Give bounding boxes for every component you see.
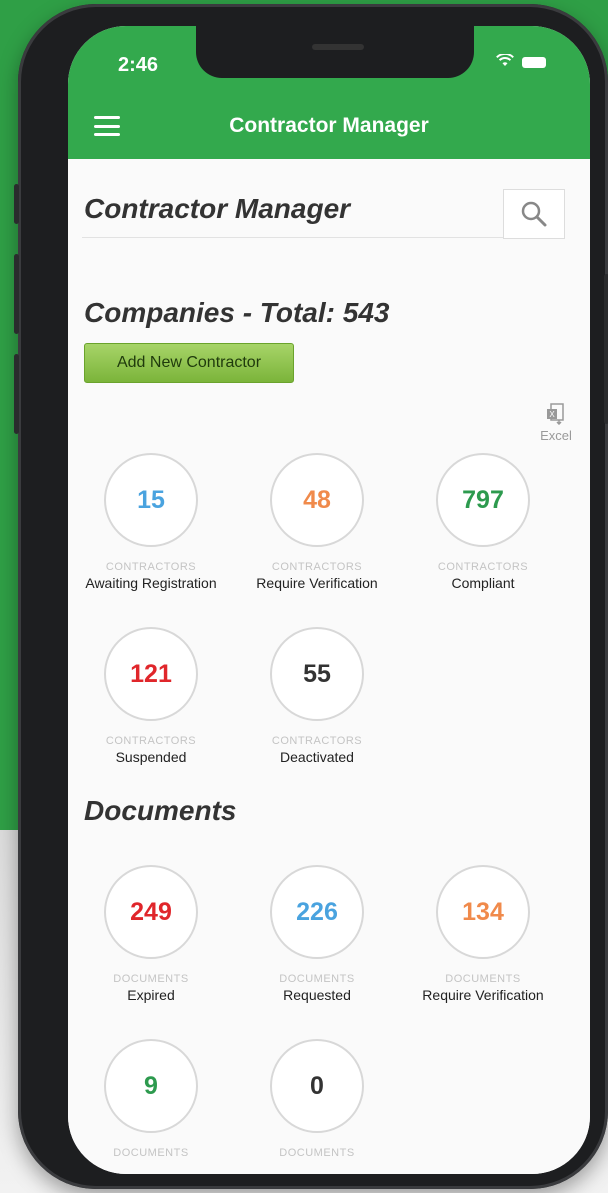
stat-kind: CONTRACTORS (271, 735, 363, 747)
stat-value: 249 (104, 865, 198, 959)
stat-label: Suspended (115, 749, 187, 765)
search-icon (521, 201, 547, 227)
stat-value: 0 (270, 1039, 364, 1133)
volume-up-button (14, 254, 19, 334)
stat-documents-require-verification[interactable]: 134 DOCUMENTS Require Verification (398, 865, 568, 1003)
svg-text:X: X (549, 410, 555, 419)
excel-label: Excel (540, 428, 572, 443)
stat-value: 15 (104, 453, 198, 547)
stat-label: Requested (283, 987, 351, 1003)
stat-suspended[interactable]: 121 CONTRACTORS Suspended (68, 627, 236, 765)
stat-deactivated[interactable]: 55 CONTRACTORS Deactivated (232, 627, 402, 765)
add-new-contractor-button[interactable]: Add New Contractor (84, 343, 294, 383)
notch (196, 26, 474, 78)
stat-kind: CONTRACTORS (105, 735, 197, 747)
app-header: 2:46 Contractor Manager (68, 26, 590, 159)
documents-title: Documents (84, 795, 237, 826)
stat-value: 48 (270, 453, 364, 547)
stat-label: Expired (127, 987, 175, 1003)
phone-frame: 2:46 Contractor Manager Contractor Manag… (14, 4, 608, 1189)
battery-icon (522, 56, 546, 68)
mute-switch (14, 184, 19, 224)
stat-documents-requested[interactable]: 226 DOCUMENTS Requested (232, 865, 402, 1003)
stat-value: 226 (270, 865, 364, 959)
companies-title: Companies - Total: 543 (84, 297, 390, 328)
stat-documents-5[interactable]: 0 DOCUMENTS (232, 1039, 402, 1159)
stat-kind: CONTRACTORS (105, 561, 197, 573)
wifi-icon (496, 52, 514, 70)
stat-kind: CONTRACTORS (271, 561, 363, 573)
stat-label: Require Verification (422, 987, 544, 1003)
stat-value: 9 (104, 1039, 198, 1133)
stat-awaiting-registration[interactable]: 15 CONTRACTORS Awaiting Registration (68, 453, 236, 591)
header-title: Contractor Manager (229, 114, 429, 137)
stat-kind: DOCUMENTS (279, 973, 355, 985)
stat-kind: DOCUMENTS (113, 973, 189, 985)
stat-label: Awaiting Registration (85, 575, 217, 591)
main-content[interactable]: Contractor Manager Companies - Total: 54… (68, 159, 590, 1174)
excel-icon: X (547, 403, 564, 426)
stat-kind: DOCUMENTS (445, 973, 521, 985)
stat-documents-expired[interactable]: 249 DOCUMENTS Expired (68, 865, 236, 1003)
search-button[interactable] (503, 189, 565, 239)
stat-kind: DOCUMENTS (113, 1147, 189, 1159)
stat-label: Compliant (451, 575, 515, 591)
stat-label: Deactivated (280, 749, 354, 765)
status-icons (496, 52, 546, 70)
page-title: Contractor Manager (84, 193, 351, 224)
stat-label: Require Verification (256, 575, 378, 591)
phone-screen: 2:46 Contractor Manager Contractor Manag… (68, 26, 590, 1174)
stat-kind: CONTRACTORS (437, 561, 529, 573)
volume-down-button (14, 354, 19, 434)
stat-documents-4[interactable]: 9 DOCUMENTS (68, 1039, 236, 1159)
stat-value: 797 (436, 453, 530, 547)
stat-require-verification[interactable]: 48 CONTRACTORS Require Verification (232, 453, 402, 591)
app-title-row: Contractor Manager (82, 181, 562, 238)
stat-kind: DOCUMENTS (279, 1147, 355, 1159)
stat-value: 121 (104, 627, 198, 721)
stat-value: 55 (270, 627, 364, 721)
power-button (604, 274, 608, 424)
status-time: 2:46 (118, 54, 159, 76)
excel-export-button[interactable]: X Excel (534, 403, 578, 443)
stat-compliant[interactable]: 797 CONTRACTORS Compliant (398, 453, 568, 591)
stat-value: 134 (436, 865, 530, 959)
